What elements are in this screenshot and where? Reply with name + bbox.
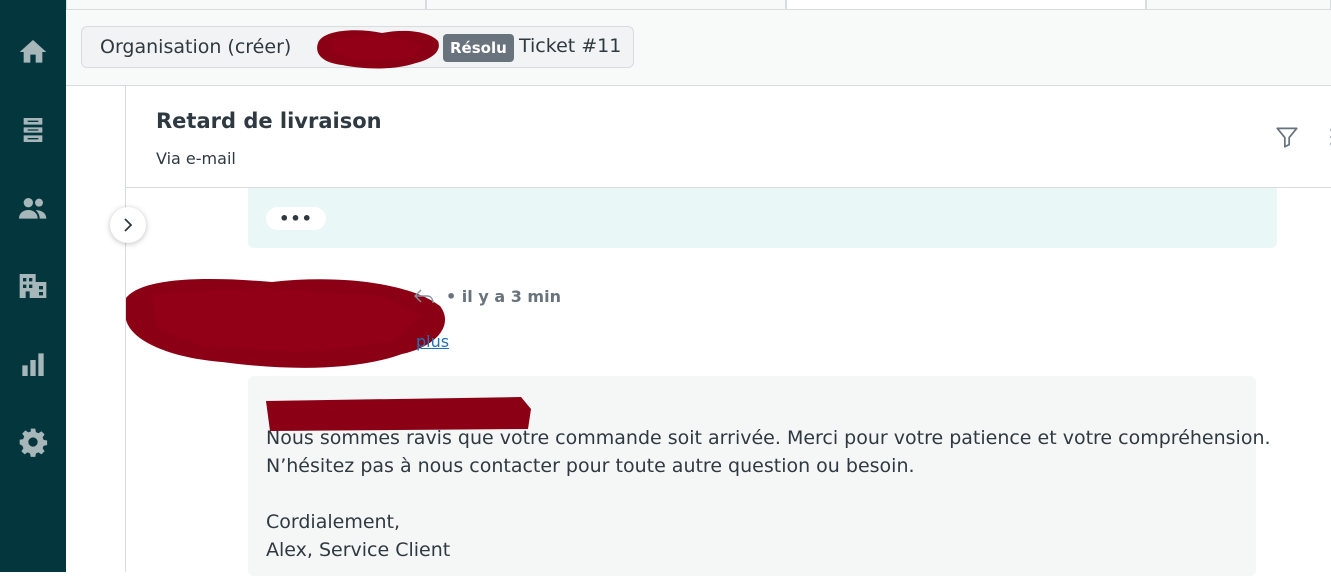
show-more-button[interactable]: ••• (266, 207, 326, 230)
redacted-author-name (126, 279, 446, 368)
left-navigation (0, 0, 66, 572)
admin-gear-icon (19, 428, 48, 457)
ticket-channel: Via e-mail (156, 149, 236, 168)
more-options-icon[interactable] (1324, 124, 1331, 150)
message-line: Alex, Service Client (266, 539, 451, 561)
expand-panel-button[interactable] (110, 207, 146, 243)
reporting-icon (22, 353, 44, 376)
message-line: Nous sommes ravis que votre commande soi… (266, 427, 1271, 449)
show-more-link[interactable]: plus (416, 332, 449, 351)
home-icon (19, 40, 47, 63)
nav-admin[interactable] (0, 414, 66, 470)
workspace-tab[interactable] (1146, 0, 1331, 10)
views-icon (23, 118, 43, 142)
conversation-header: Retard de livraison Via e-mail (126, 86, 1331, 188)
breadcrumb-ticket[interactable]: Résolu Ticket #11 (302, 26, 634, 69)
nav-customers[interactable] (0, 180, 66, 236)
breadcrumb-organization-label: Organisation (créer) (100, 36, 292, 58)
breadcrumb-organization[interactable]: Organisation (créer) (81, 26, 303, 68)
reply-icon (414, 289, 434, 304)
nav-home[interactable] (0, 24, 66, 80)
comment-timestamp: • il y a 3 min (446, 287, 561, 306)
nav-reporting[interactable] (0, 336, 66, 392)
customers-icon (19, 198, 47, 219)
organizations-icon (19, 274, 47, 298)
message-bubble: Nous sommes ravis que votre commande soi… (248, 376, 1271, 576)
workspace-tab-active[interactable] (786, 0, 1146, 10)
redacted-requester-name (317, 30, 439, 69)
previous-message: ••• (248, 188, 1277, 248)
message-line: Cordialement, (266, 511, 401, 533)
workspace-tabs (66, 0, 1331, 10)
message-body: Nous sommes ravis que votre commande soi… (266, 424, 1271, 564)
workspace-tab[interactable] (66, 0, 426, 10)
workspace-tab[interactable] (426, 0, 786, 10)
message-line (266, 480, 1271, 508)
nav-views[interactable] (0, 102, 66, 158)
status-badge: Résolu (443, 34, 514, 62)
chevron-right-icon (124, 218, 133, 232)
nav-organizations[interactable] (0, 258, 66, 314)
ticket-number: Ticket #11 (519, 35, 622, 57)
message-line: N’hésitez pas à nous contacter pour tout… (266, 455, 915, 477)
filter-icon[interactable] (1274, 124, 1300, 150)
ticket-subject: Retard de livraison (156, 109, 382, 133)
